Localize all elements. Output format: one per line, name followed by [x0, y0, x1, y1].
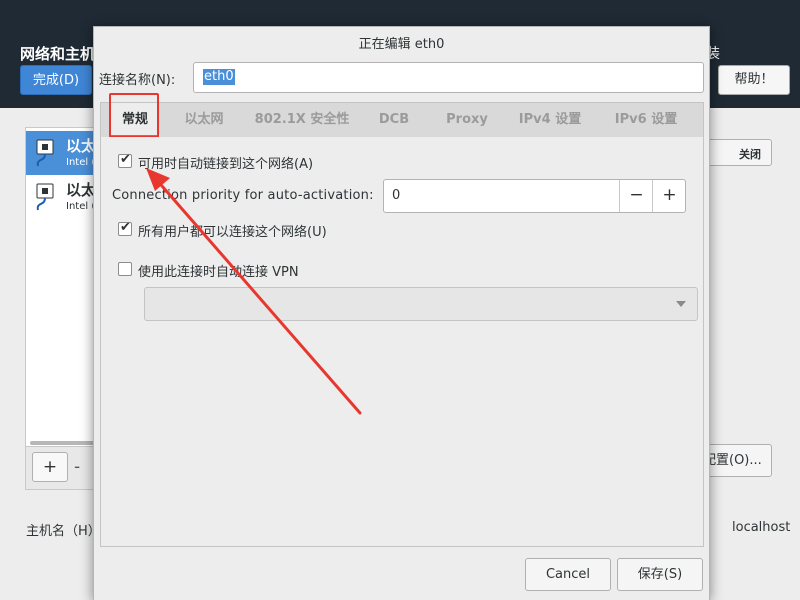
- connection-name-value: eth0: [203, 69, 235, 85]
- device-subtitle: Intel (: [66, 157, 96, 168]
- tab-bar: 常规 以太网 802.1X 安全性 DCB Proxy IPv4 设置 IPv6…: [100, 102, 704, 138]
- tab-dcb[interactable]: DCB: [371, 103, 417, 137]
- device-name: 以太: [66, 181, 97, 199]
- check-icon: ✔: [120, 152, 131, 167]
- cancel-button[interactable]: Cancel: [525, 558, 611, 591]
- hostname-value: localhost: [732, 520, 791, 535]
- check-icon: ✔: [120, 220, 131, 235]
- auto-connect-checkbox[interactable]: ✔: [118, 152, 132, 168]
- auto-connect-label: 可用时自动链接到这个网络(A): [138, 157, 314, 172]
- auto-vpn-checkbox[interactable]: [118, 262, 132, 276]
- connection-name-input[interactable]: eth0: [193, 62, 704, 93]
- device-subtitle: Intel (: [66, 201, 96, 212]
- tab-ipv6-settings[interactable]: IPv6 设置: [605, 103, 687, 137]
- list-scrollbar[interactable]: [30, 441, 98, 445]
- device-item-2[interactable]: 以太 Intel (: [26, 175, 100, 219]
- priority-label: Connection priority for auto-activation:: [112, 188, 374, 203]
- auto-vpn-label: 使用此连接时自动连接 VPN: [138, 265, 299, 280]
- all-users-label: 所有用户都可以连接这个网络(U): [138, 225, 327, 240]
- toggle-label: 关闭: [739, 148, 761, 161]
- vpn-select[interactable]: [144, 287, 698, 321]
- edit-connection-dialog: 正在编辑 eth0 连接名称(N): eth0 常规 以太网 802.1X 安全…: [93, 26, 710, 600]
- configure-button[interactable]: 配置(O)...: [706, 444, 772, 477]
- priority-spinbutton[interactable]: 0 − +: [383, 179, 686, 213]
- hostname-label: 主机名（H）: [26, 524, 101, 539]
- decrement-button[interactable]: −: [619, 180, 653, 212]
- device-item-1[interactable]: 以太 Intel (: [26, 131, 100, 175]
- connection-name-label: 连接名称(N):: [99, 73, 176, 88]
- tab-general[interactable]: 常规: [111, 103, 159, 137]
- tab-proxy[interactable]: Proxy: [437, 103, 497, 137]
- help-button[interactable]: 帮助！: [718, 65, 790, 95]
- done-button[interactable]: 完成(D): [20, 65, 92, 95]
- tab-ipv4-settings[interactable]: IPv4 设置: [509, 103, 591, 137]
- device-toggle[interactable]: 关闭: [706, 139, 772, 166]
- increment-button[interactable]: +: [652, 180, 686, 212]
- tab-8021x-security[interactable]: 802.1X 安全性: [247, 103, 357, 137]
- priority-value: 0: [392, 188, 401, 203]
- add-device-button[interactable]: +: [32, 452, 68, 482]
- dialog-title: 正在编辑 eth0: [358, 37, 445, 52]
- ethernet-cable-icon: [36, 139, 54, 167]
- save-button[interactable]: 保存(S): [617, 558, 703, 591]
- all-users-checkbox[interactable]: ✔: [118, 220, 132, 236]
- general-tab-panel: ✔ 可用时自动链接到这个网络(A) Connection priority fo…: [100, 137, 704, 547]
- tab-ethernet[interactable]: 以太网: [171, 103, 237, 137]
- installer-title: 网络和主机: [20, 45, 96, 63]
- ethernet-cable-icon: [36, 183, 54, 211]
- device-name: 以太: [66, 137, 97, 155]
- chevron-down-icon: [676, 301, 686, 307]
- device-list[interactable]: 以太 Intel ( 以太 Intel (: [25, 127, 100, 447]
